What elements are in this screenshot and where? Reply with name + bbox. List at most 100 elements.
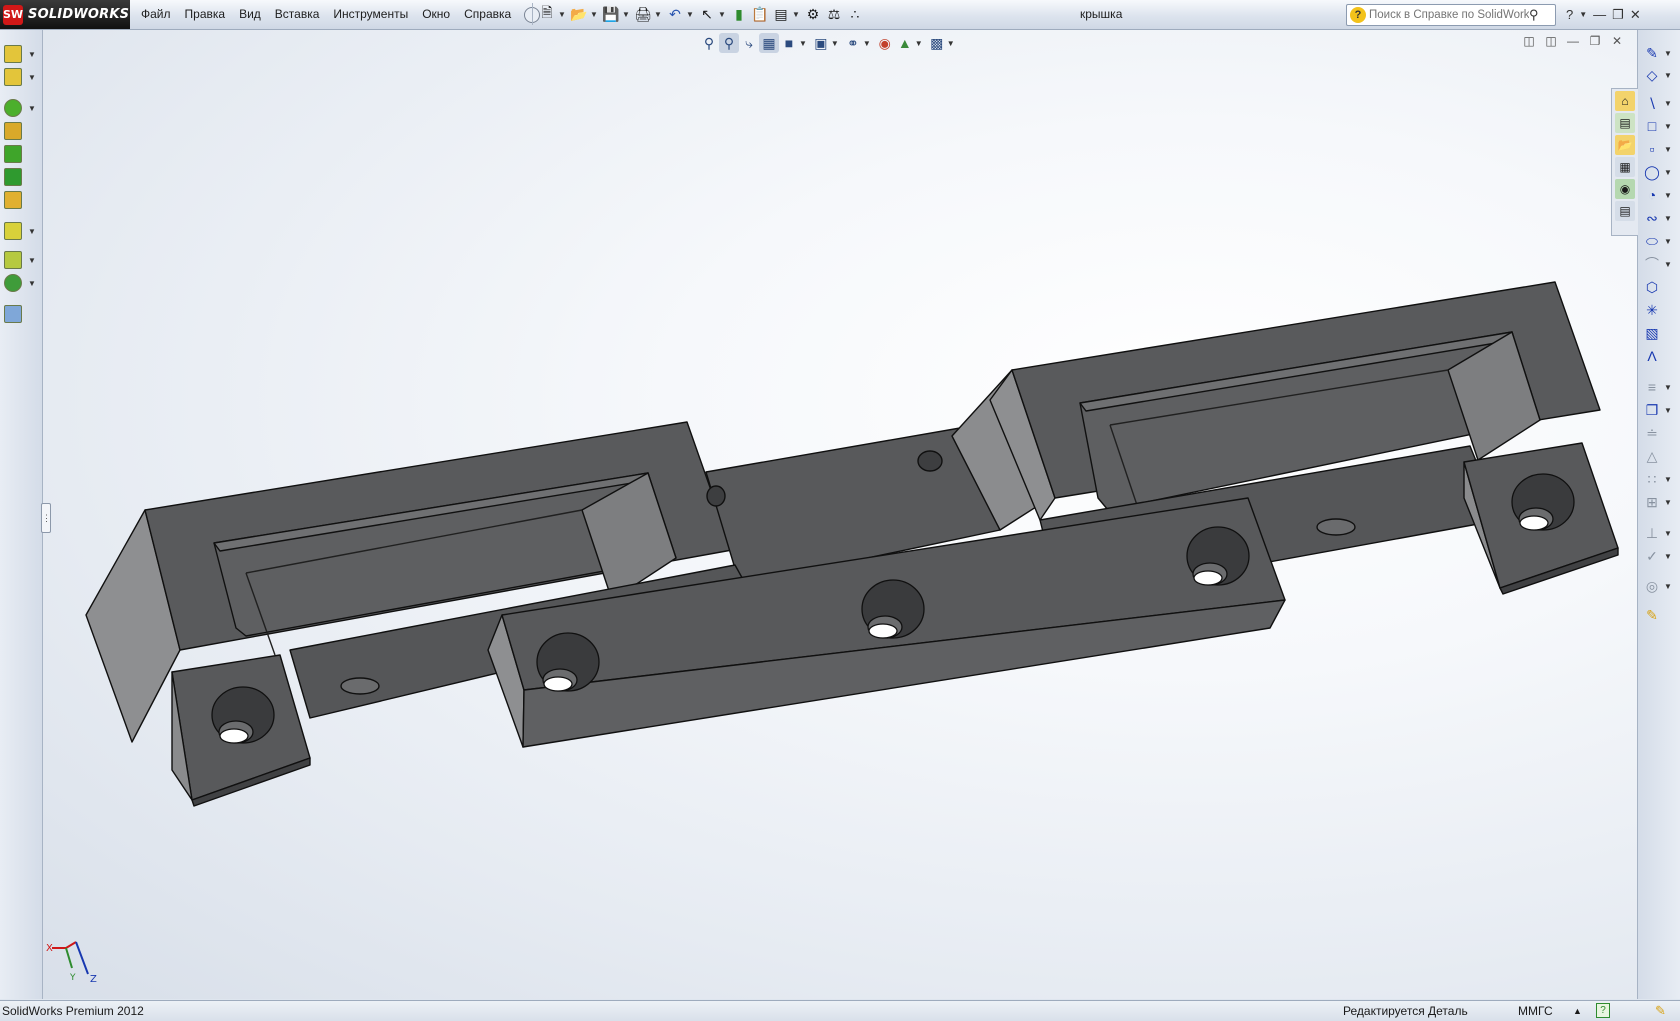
move-entities-button[interactable]: ⊞ ▼: [1644, 492, 1678, 512]
rebuild-icon[interactable]: ▮: [729, 4, 749, 24]
unit-system-arrow-icon[interactable]: ▲: [1573, 1006, 1582, 1016]
revolved-boss-button[interactable]: ▼: [4, 67, 36, 87]
line-button[interactable]: ∖ ▼: [1644, 93, 1678, 113]
dropdown-arrow-icon[interactable]: ▼: [1664, 498, 1672, 507]
mirror-button[interactable]: ≡ ▼: [1644, 377, 1678, 397]
help-status-icon[interactable]: ?: [1596, 1003, 1610, 1018]
graphics-area[interactable]: [43, 30, 1637, 999]
dropdown-arrow-icon[interactable]: ▼: [1664, 406, 1672, 415]
spline-button[interactable]: ∾ ▼: [1644, 208, 1678, 228]
dropdown-arrow-icon[interactable]: ▼: [28, 256, 36, 265]
mass-properties-icon[interactable]: ⚖: [824, 4, 844, 24]
dropdown-arrow-icon[interactable]: ▼: [28, 227, 36, 236]
point-button[interactable]: ✳: [1644, 300, 1678, 320]
linear-pattern-button[interactable]: ▼: [4, 221, 36, 241]
edit-appearance-icon[interactable]: ◉: [875, 33, 895, 53]
dropdown-arrow-icon[interactable]: ▼: [1664, 71, 1672, 80]
doc-close-icon[interactable]: ✕: [1606, 34, 1628, 48]
file-explorer-tab-icon[interactable]: 📂: [1615, 135, 1635, 155]
hide-show-items-icon[interactable]: ⚭: [843, 33, 863, 53]
dropdown-arrow-icon[interactable]: ▼: [28, 73, 36, 82]
open-folder-icon[interactable]: 📂: [569, 4, 589, 24]
appearances-tab-icon[interactable]: ◉: [1615, 179, 1635, 199]
dropdown-arrow-icon[interactable]: ▼: [28, 279, 36, 288]
search-icon[interactable]: ⚲: [1529, 7, 1543, 23]
tile-vertical-icon[interactable]: ◫: [1540, 34, 1562, 48]
plane-button[interactable]: ▧: [1644, 323, 1678, 343]
search-input[interactable]: [1369, 9, 1529, 21]
slot-button[interactable]: ▫ ▼: [1644, 139, 1678, 159]
options-dropdown-icon[interactable]: ▼: [792, 10, 800, 19]
chamfer-button[interactable]: [4, 144, 36, 164]
solidworks-logo[interactable]: SW SOLIDWORKS: [0, 0, 130, 29]
view-settings-icon[interactable]: ▩: [927, 33, 947, 53]
unit-system[interactable]: ММГС: [1518, 1004, 1553, 1018]
dropdown-arrow-icon[interactable]: ▼: [1664, 49, 1672, 58]
arc-button[interactable]: ◔ ▼: [1644, 185, 1678, 205]
options-icon[interactable]: ▤: [771, 4, 791, 24]
close-icon[interactable]: ✕: [1630, 7, 1641, 23]
instant3d-button[interactable]: [4, 304, 36, 324]
edit-sketch-icon[interactable]: ✎: [1655, 1003, 1666, 1019]
dropdown-arrow-icon[interactable]: ▼: [1664, 191, 1672, 200]
view-orientation-icon[interactable]: ■: [779, 33, 799, 53]
menu-tools[interactable]: Инструменты: [326, 0, 415, 29]
dropdown-arrow-icon[interactable]: ▼: [28, 104, 36, 113]
dropdown-arrow-icon[interactable]: ▼: [1664, 145, 1672, 154]
resources-tab-icon[interactable]: ▤: [1615, 113, 1635, 133]
extruded-cut-button[interactable]: ▼: [4, 98, 36, 118]
help-button[interactable]: ?: [1566, 7, 1573, 22]
help-dropdown-icon[interactable]: ▼: [1579, 10, 1587, 19]
collapse-panel-handle[interactable]: ⋮: [41, 503, 51, 533]
dropdown-arrow-icon[interactable]: ▼: [1664, 383, 1672, 392]
dropdown-arrow-icon[interactable]: ▼: [1664, 168, 1672, 177]
scene-dropdown-icon[interactable]: ▼: [915, 39, 923, 48]
select-pointer-icon[interactable]: ↖: [697, 4, 717, 24]
display-style-dropdown-icon[interactable]: ▼: [831, 39, 839, 48]
rectangle-button[interactable]: □ ▼: [1644, 116, 1678, 136]
shell-button[interactable]: [4, 167, 36, 187]
view-settings-dropdown-icon[interactable]: ▼: [947, 39, 955, 48]
zoom-to-fit-icon[interactable]: ⚲: [699, 33, 719, 53]
open-dropdown-icon[interactable]: ▼: [590, 10, 598, 19]
dropdown-arrow-icon[interactable]: ▼: [1664, 529, 1672, 538]
file-properties-icon[interactable]: 📋: [750, 4, 770, 24]
dropdown-arrow-icon[interactable]: ▼: [1664, 552, 1672, 561]
print-dropdown-icon[interactable]: ▼: [654, 10, 662, 19]
extruded-boss-button[interactable]: ▼: [4, 44, 36, 64]
trim-button[interactable]: △: [1644, 446, 1678, 466]
rapid-sketch-button[interactable]: ✎: [1644, 605, 1678, 625]
reference-geometry-button[interactable]: ▼: [4, 250, 36, 270]
relations-button[interactable]: ⊥ ▼: [1644, 523, 1678, 543]
sketch-button[interactable]: ✎ ▼: [1644, 43, 1678, 63]
menu-edit[interactable]: Правка: [178, 0, 233, 29]
dropdown-arrow-icon[interactable]: ▼: [1664, 122, 1672, 131]
new-dropdown-icon[interactable]: ▼: [558, 10, 566, 19]
save-dropdown-icon[interactable]: ▼: [622, 10, 630, 19]
menu-view[interactable]: Вид: [232, 0, 268, 29]
new-document-icon[interactable]: 🗎: [537, 4, 557, 24]
view-palette-tab-icon[interactable]: ▦: [1615, 157, 1635, 177]
ellipse-button[interactable]: ⬭ ▼: [1644, 231, 1678, 251]
help-search-box[interactable]: ? ⚲: [1346, 4, 1556, 26]
dropdown-arrow-icon[interactable]: ▼: [1664, 260, 1672, 269]
dropdown-arrow-icon[interactable]: ▼: [28, 50, 36, 59]
curves-button[interactable]: ▼: [4, 273, 36, 293]
circle-button[interactable]: ◯ ▼: [1644, 162, 1678, 182]
repair-sketch-button[interactable]: ✓ ▼: [1644, 546, 1678, 566]
minimize-icon[interactable]: —: [1593, 7, 1606, 22]
dropdown-arrow-icon[interactable]: ▼: [1664, 475, 1672, 484]
print-icon[interactable]: 🖨: [633, 4, 653, 24]
menu-window[interactable]: Окно: [415, 0, 457, 29]
select-dropdown-icon[interactable]: ▼: [718, 10, 726, 19]
fillet-button[interactable]: [4, 121, 36, 141]
smart-dimension-button[interactable]: ◇ ▼: [1644, 65, 1678, 85]
section-view-icon[interactable]: ▦: [759, 33, 779, 53]
save-icon[interactable]: 💾: [601, 4, 621, 24]
convert-entities-button[interactable]: ❐ ▼: [1644, 400, 1678, 420]
text-button[interactable]: Λ: [1644, 346, 1678, 366]
pattern-button[interactable]: ∷ ▼: [1644, 469, 1678, 489]
menu-file[interactable]: Файл: [134, 0, 178, 29]
apply-scene-icon[interactable]: ▲: [895, 33, 915, 53]
dropdown-arrow-icon[interactable]: ▼: [1664, 214, 1672, 223]
